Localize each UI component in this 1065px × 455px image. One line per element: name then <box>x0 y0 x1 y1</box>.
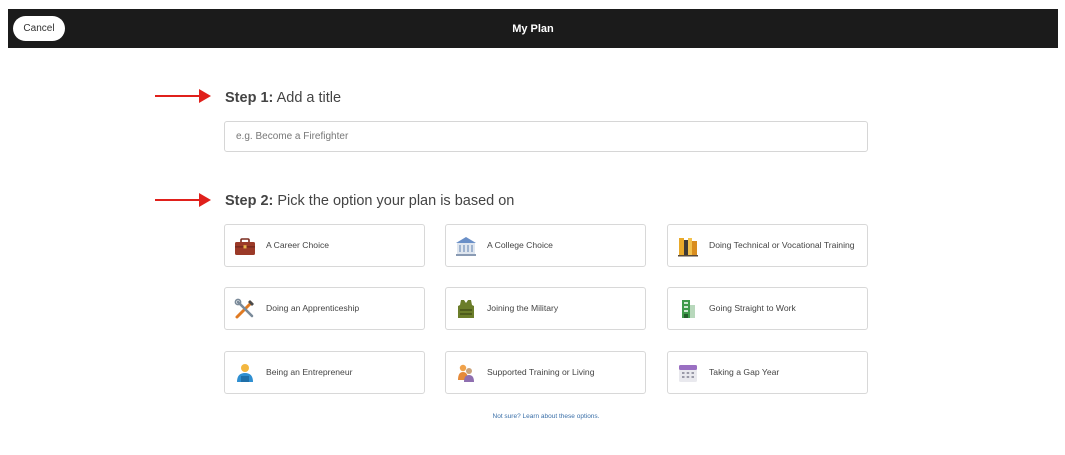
option-label: A College Choice <box>487 240 553 251</box>
option-label: Going Straight to Work <box>709 303 796 314</box>
step1-label: Step 1: <box>225 90 274 106</box>
option-straight-to-work[interactable]: Going Straight to Work <box>667 287 868 330</box>
option-apprenticeship[interactable]: Doing an Apprenticeship <box>224 287 425 330</box>
header-bar: Cancel My Plan <box>8 9 1058 48</box>
cancel-button[interactable]: Cancel <box>13 16 65 41</box>
option-label: Doing Technical or Vocational Training <box>709 240 855 251</box>
plan-title-input[interactable] <box>224 121 868 152</box>
step1-text: Add a title <box>276 90 342 106</box>
annotation-arrow-step1 <box>155 89 211 103</box>
option-label: Joining the Military <box>487 303 559 314</box>
military-vest-icon <box>458 299 474 318</box>
option-label: Supported Training or Living <box>487 367 595 378</box>
college-building-icon <box>456 236 476 256</box>
option-technical-vocational-training[interactable]: Doing Technical or Vocational Training <box>667 224 868 267</box>
step1-heading: Step 1: Add a title <box>225 90 341 106</box>
option-college-choice[interactable]: A College Choice <box>445 224 646 267</box>
calendar-icon <box>679 364 697 382</box>
step2-text: Pick the option your plan is based on <box>277 193 515 209</box>
option-supported-training-living[interactable]: Supported Training or Living <box>445 351 646 394</box>
option-label: Being an Entrepreneur <box>266 367 353 378</box>
option-entrepreneur[interactable]: Being an Entrepreneur <box>224 351 425 394</box>
option-career-choice[interactable]: A Career Choice <box>224 224 425 267</box>
annotation-arrow-step2 <box>155 193 211 207</box>
step2-label: Step 2: <box>225 193 274 209</box>
option-joining-military[interactable]: Joining the Military <box>445 287 646 330</box>
tools-icon <box>234 298 254 318</box>
building-door-icon <box>682 299 695 318</box>
supported-people-icon <box>458 364 474 382</box>
entrepreneur-person-icon <box>237 363 253 382</box>
step2-heading: Step 2: Pick the option your plan is bas… <box>225 193 514 209</box>
option-label: Doing an Apprenticeship <box>266 303 360 314</box>
option-label: A Career Choice <box>266 240 330 251</box>
books-icon <box>678 237 698 256</box>
page-title: My Plan <box>512 22 554 35</box>
option-gap-year[interactable]: Taking a Gap Year <box>667 351 868 394</box>
option-label: Taking a Gap Year <box>709 367 780 378</box>
briefcase-icon <box>235 237 255 255</box>
learn-about-options-link[interactable]: Not sure? Learn about these options. <box>224 413 868 420</box>
